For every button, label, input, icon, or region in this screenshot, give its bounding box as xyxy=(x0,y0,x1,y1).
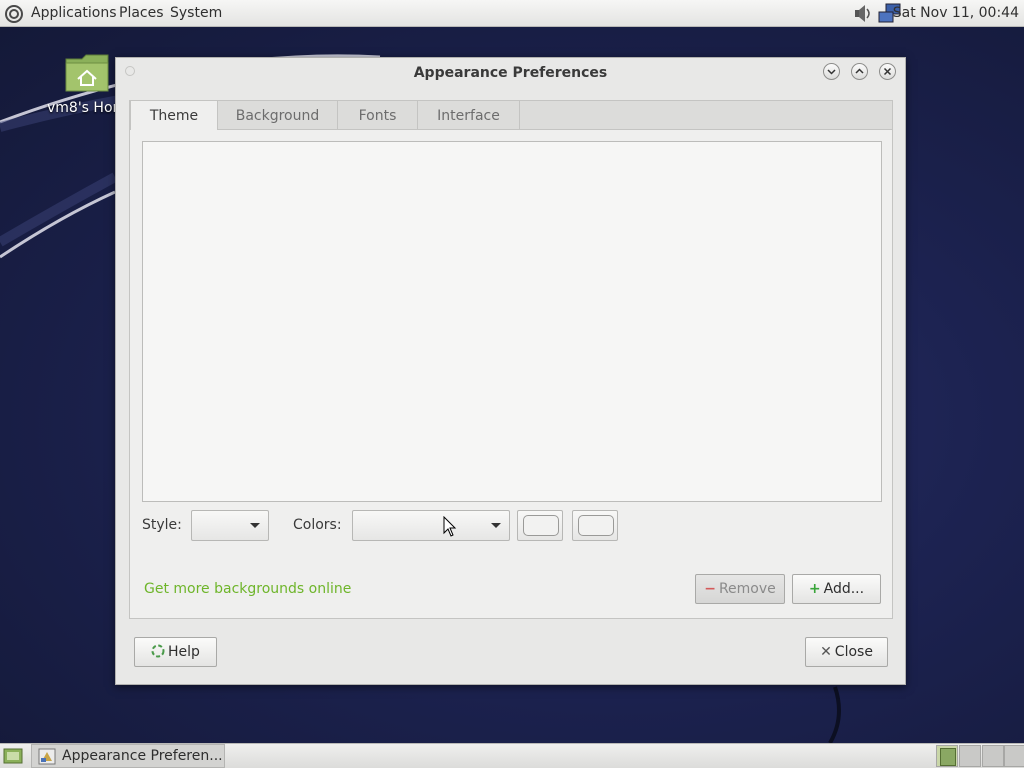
titlebar[interactable]: Appearance Preferences xyxy=(116,58,905,90)
remove-button[interactable]: − Remove xyxy=(695,574,785,604)
appearance-app-icon xyxy=(38,748,56,765)
tab-strip: Theme Background Fonts Interface xyxy=(129,100,893,132)
taskbar-item-appearance-preferences[interactable]: Appearance Preferen... xyxy=(31,744,225,768)
workspace-1[interactable] xyxy=(936,745,958,767)
color-swatch xyxy=(578,515,614,536)
workspace-3[interactable] xyxy=(982,745,1004,767)
tab-background[interactable]: Background xyxy=(218,101,338,130)
close-button[interactable]: ✕ Close xyxy=(805,637,888,667)
add-button[interactable]: + Add... xyxy=(792,574,881,604)
colors-combo[interactable] xyxy=(352,510,510,541)
close-window-button[interactable] xyxy=(879,63,896,80)
minus-icon: − xyxy=(704,581,716,597)
menu-applications[interactable]: Applications xyxy=(31,5,117,21)
clock[interactable]: Sat Nov 11, 00:44 xyxy=(893,5,1019,21)
menu-system[interactable]: System xyxy=(170,5,222,21)
minimize-button[interactable] xyxy=(823,63,840,80)
color-picker-button-1[interactable] xyxy=(517,510,563,541)
close-icon xyxy=(883,67,892,76)
color-picker-button-2[interactable] xyxy=(572,510,618,541)
help-button[interactable]: Help xyxy=(134,637,217,667)
tab-interface[interactable]: Interface xyxy=(418,101,520,130)
style-combo[interactable] xyxy=(191,510,269,541)
volume-icon[interactable] xyxy=(852,4,872,23)
chevron-down-icon xyxy=(827,69,836,75)
help-button-label: Help xyxy=(168,644,200,660)
preferences-notebook: Theme Background Fonts Interface Style: … xyxy=(129,100,893,619)
tab-fonts[interactable]: Fonts xyxy=(338,101,418,130)
show-desktop-icon[interactable] xyxy=(3,747,23,765)
workspace-4[interactable] xyxy=(1004,745,1024,767)
top-panel: Applications Places System Sat Nov 11, 0… xyxy=(0,0,1024,27)
bottom-panel: Appearance Preferen... xyxy=(0,743,1024,768)
close-button-label: Close xyxy=(834,644,873,660)
maximize-button[interactable] xyxy=(851,63,868,80)
style-label: Style: xyxy=(142,517,182,533)
distro-logo-icon[interactable] xyxy=(4,4,24,24)
help-icon xyxy=(151,644,165,658)
close-icon: ✕ xyxy=(820,644,832,660)
remove-button-label: Remove xyxy=(718,581,776,597)
dropdown-arrow-icon xyxy=(250,523,260,528)
theme-tab-page: Style: Colors: Get more backgrounds onli… xyxy=(129,130,893,619)
taskbar-item-label: Appearance Preferen... xyxy=(62,748,223,764)
color-swatch xyxy=(523,515,559,536)
get-more-backgrounds-link[interactable]: Get more backgrounds online xyxy=(144,581,351,597)
menu-places[interactable]: Places xyxy=(119,5,164,21)
plus-icon: + xyxy=(808,581,821,597)
window-title: Appearance Preferences xyxy=(413,65,608,81)
colors-label: Colors: xyxy=(293,517,342,533)
home-folder-icon[interactable] xyxy=(64,53,112,93)
chevron-up-icon xyxy=(855,68,864,74)
tab-theme[interactable]: Theme xyxy=(130,101,218,132)
theme-list[interactable] xyxy=(142,141,882,502)
workspace-2[interactable] xyxy=(959,745,981,767)
mouse-pointer-icon xyxy=(443,516,457,537)
dropdown-arrow-icon xyxy=(491,523,501,528)
home-folder-label[interactable]: vm8's Hor xyxy=(47,100,118,116)
appearance-preferences-window: Appearance Preferences Theme Background … xyxy=(115,57,906,685)
add-button-label: Add... xyxy=(823,581,865,597)
